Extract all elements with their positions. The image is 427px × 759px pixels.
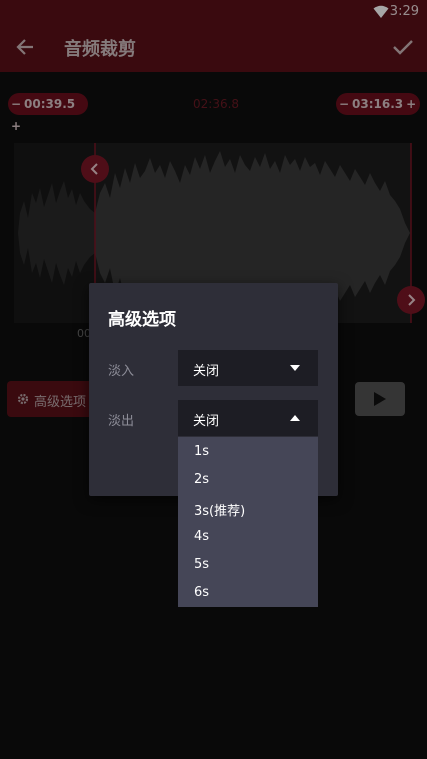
dropdown-option[interactable]: 1s [194, 444, 209, 459]
fade-out-value: 关闭 [193, 414, 220, 429]
dropdown-option[interactable]: 5s [194, 557, 209, 572]
fade-in-label: 淡入 [108, 364, 135, 379]
dropdown-option[interactable]: 6s [194, 585, 209, 600]
fade-in-select[interactable]: 关闭 [178, 350, 318, 386]
dropdown-option[interactable]: 2s [194, 472, 209, 487]
dialog-title: 高级选项 [108, 310, 176, 330]
caret-down-icon [290, 365, 300, 371]
fade-in-value: 关闭 [193, 364, 220, 379]
fade-out-select[interactable]: 关闭 [178, 400, 318, 436]
dropdown-option[interactable]: 4s [194, 529, 209, 544]
fade-out-label: 淡出 [108, 414, 135, 429]
dropdown-option[interactable]: 3s(推荐) [194, 500, 245, 519]
fade-out-dropdown: 1s 2s 3s(推荐) 4s 5s 6s [178, 437, 318, 607]
caret-up-icon [290, 415, 300, 421]
